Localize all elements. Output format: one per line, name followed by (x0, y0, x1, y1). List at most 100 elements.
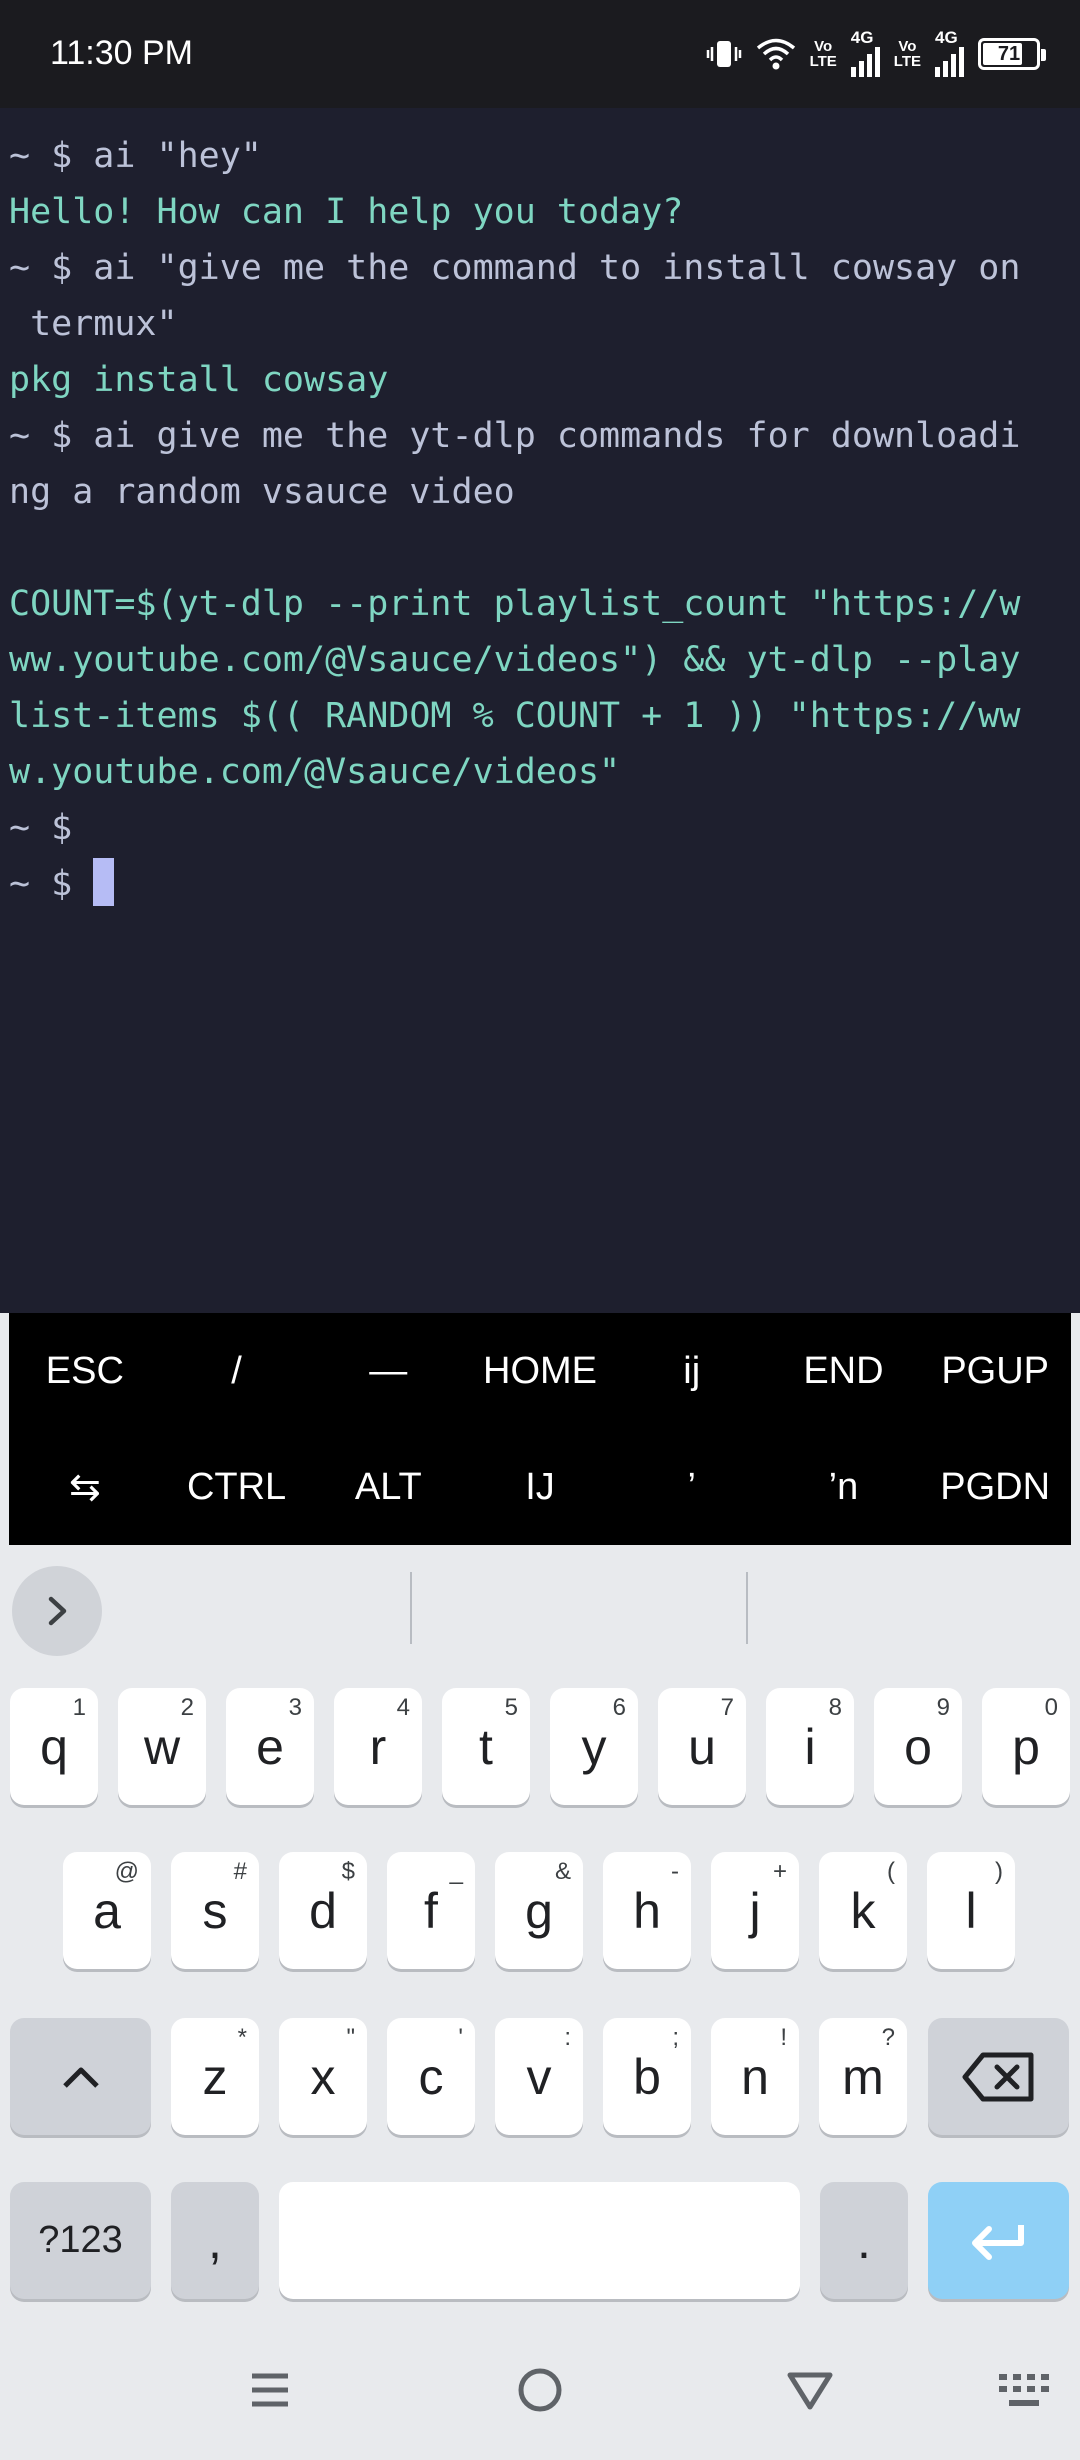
key-y[interactable]: 6y (550, 1688, 638, 1805)
key-h[interactable]: -h (603, 1852, 691, 1969)
extra-key-2-5[interactable]: ’ (616, 1429, 768, 1545)
key-w[interactable]: 2w (118, 1688, 206, 1805)
key-label: e (256, 1718, 284, 1775)
key-f[interactable]: _ f (387, 1852, 475, 1969)
terminal-cursor (93, 858, 115, 906)
expand-toolbar-button[interactable] (12, 1566, 102, 1656)
key-hint: ' (458, 2024, 463, 2051)
terminal-prompt-line: ~ $ (9, 808, 73, 848)
home-circle-icon (518, 2368, 562, 2412)
key-r[interactable]: 4r (334, 1688, 422, 1805)
extra-key-1-2[interactable]: / (161, 1313, 313, 1429)
key-label: r (369, 1718, 387, 1775)
extra-key-2-7[interactable]: PGDN (919, 1429, 1071, 1545)
key-s[interactable]: # s (171, 1852, 259, 1969)
key-hint: - (671, 1858, 679, 1885)
terminal-prompt-line: ~ $ (9, 856, 1075, 912)
key-hint: 2 (180, 1694, 194, 1721)
enter-icon (971, 2224, 1024, 2260)
wifi-icon (756, 37, 796, 71)
key-label: j (749, 1882, 761, 1939)
terminal-output: ~ $ ai "hey" Hello! How can I help you to… (9, 128, 1075, 912)
extra-key-2-1[interactable]: ⇆ (9, 1429, 161, 1545)
extra-key-1-5[interactable]: ij (616, 1313, 768, 1429)
terminal-prompt-line: ng a random vsauce video (9, 472, 515, 512)
backspace-key[interactable] (928, 2018, 1069, 2135)
navigation-bar (0, 2325, 1080, 2460)
key-i[interactable]: 8i (766, 1688, 854, 1805)
nav-menu-button[interactable] (235, 2355, 305, 2425)
extra-key-1-7[interactable]: PGUP (919, 1313, 1071, 1429)
space-key[interactable] (279, 2182, 800, 2299)
key-n[interactable]: ! n (711, 2018, 799, 2135)
key-label: f (424, 1882, 438, 1939)
terminal-output-line: ww.youtube.com/@Vsauce/videos") && yt-dl… (9, 640, 1021, 680)
extra-key-2-2[interactable]: CTRL (161, 1429, 313, 1545)
key-label: w (143, 1718, 181, 1775)
key-hint: + (772, 1858, 787, 1885)
nav-home-button[interactable] (505, 2355, 575, 2425)
key-label: t (479, 1718, 493, 1775)
key-label: p (1012, 1718, 1040, 1775)
terminal-view[interactable]: ~ $ ai "hey" Hello! How can I help you to… (0, 108, 1080, 1313)
key-g[interactable]: & g (495, 1852, 583, 1969)
shift-key[interactable] (10, 2018, 151, 2135)
nav-keyboard-button[interactable] (990, 2355, 1060, 2425)
suggestion-divider (410, 1572, 412, 1644)
key-hint: 9 (936, 1694, 950, 1721)
key-d[interactable]: $ d (279, 1852, 367, 1969)
extra-key-1-4[interactable]: HOME (464, 1313, 616, 1429)
key-label: v (526, 2048, 552, 2105)
menu-icon (252, 2373, 288, 2407)
extra-key-1-3[interactable]: — (312, 1313, 464, 1429)
period-key[interactable]: . (820, 2182, 908, 2299)
key-c[interactable]: ' c (387, 2018, 475, 2135)
extra-key-2-4[interactable]: IJ (464, 1429, 616, 1545)
key-k[interactable]: (k (819, 1852, 907, 1969)
key-m[interactable]: ? m (819, 2018, 907, 2135)
key-z[interactable]: * z (171, 2018, 259, 2135)
key-label: h (633, 1882, 661, 1939)
key-x[interactable]: " x (279, 2018, 367, 2135)
key-hint: _ (449, 1858, 463, 1885)
key-v[interactable]: :v (495, 2018, 583, 2135)
terminal-prompt-line: termux" (9, 304, 178, 344)
key-label: c (418, 2048, 444, 2105)
key-label: b (633, 2048, 661, 2105)
extra-key-2-6[interactable]: ’n (768, 1429, 920, 1545)
terminal-output-line: pkg install cowsay (9, 360, 389, 400)
keyboard-icon (999, 2374, 1049, 2406)
key-label: y (581, 1718, 607, 1775)
key-u[interactable]: 7u (658, 1688, 746, 1805)
key-j[interactable]: + j (711, 1852, 799, 1969)
extra-key-1-6[interactable]: END (768, 1313, 920, 1429)
enter-key[interactable] (928, 2182, 1069, 2299)
key-hint: 0 (1044, 1694, 1058, 1721)
key-e[interactable]: 3e (226, 1688, 314, 1805)
key-hint: ; (672, 2024, 679, 2051)
key-t[interactable]: 5t (442, 1688, 530, 1805)
volte-tag-2: Vo LTE (893, 38, 921, 70)
symbols-key[interactable]: ?123 (10, 2182, 151, 2299)
status-bar: 11:30 PM Vo LTE 4G Vo LTE 4G 71 (0, 0, 1080, 108)
key-hint: ( (887, 1858, 895, 1885)
key-l[interactable]: ) l (927, 1852, 1015, 1969)
extra-key-2-3[interactable]: ALT (312, 1429, 464, 1545)
key-a[interactable]: @ a (63, 1852, 151, 1969)
key-q[interactable]: 1q (10, 1688, 98, 1805)
key-hint: ? (881, 2024, 895, 2051)
status-time: 11:30 PM (50, 34, 194, 72)
comma-key[interactable]: , (171, 2182, 259, 2299)
nav-back-button[interactable] (775, 2355, 845, 2425)
backspace-icon (962, 2052, 1033, 2101)
key-label: d (309, 1882, 337, 1939)
terminal-output-line: COUNT=$(yt-dlp --print playlist_count "h… (9, 584, 1021, 624)
extra-key-1-1[interactable]: ESC (9, 1313, 161, 1429)
key-hint: @ (114, 1858, 139, 1885)
key-o[interactable]: 9o (874, 1688, 962, 1805)
key-b[interactable]: ; b (603, 2018, 691, 2135)
key-p[interactable]: 0p (982, 1688, 1070, 1805)
extra-keys-row-1: ESC / — HOME ij END PGUP (9, 1313, 1071, 1429)
key-hint: & (554, 1858, 571, 1885)
key-hint: 6 (612, 1694, 626, 1721)
